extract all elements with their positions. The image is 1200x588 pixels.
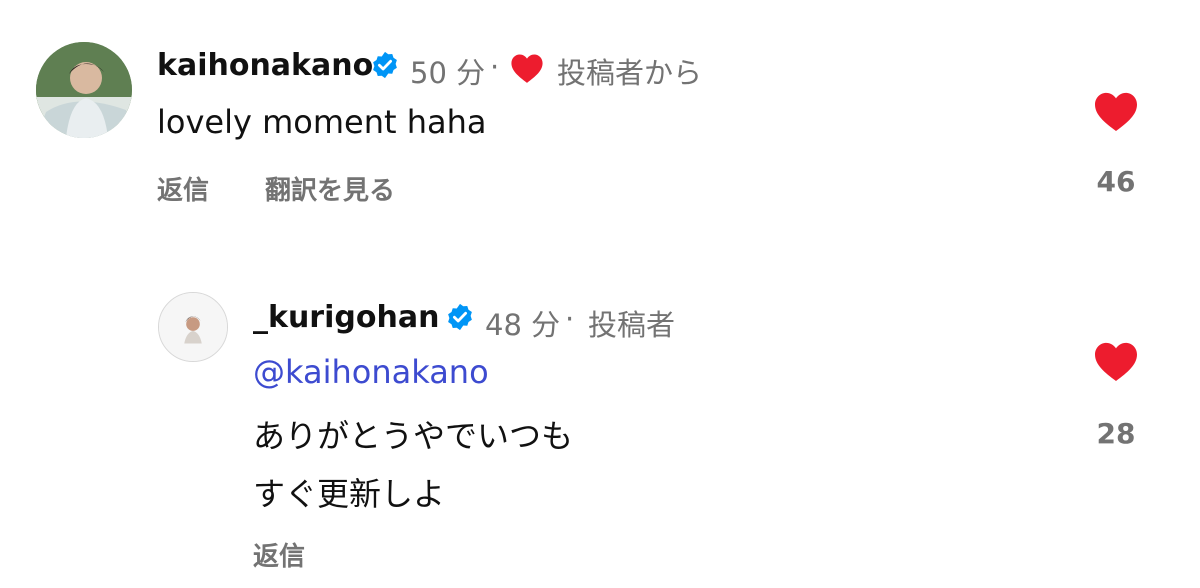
comment-text: lovely moment haha <box>157 103 487 141</box>
comment-timestamp[interactable]: 48 分 <box>485 302 560 344</box>
avatar-photo-icon <box>36 42 132 138</box>
avatar-photo-icon <box>159 293 227 361</box>
avatar[interactable] <box>36 42 132 138</box>
reply-button[interactable]: 返信 <box>253 536 305 573</box>
liked-by-author-heart-icon <box>511 54 543 83</box>
like-heart-icon[interactable] <box>1093 340 1139 382</box>
verified-badge-icon <box>373 51 397 79</box>
meta-separator: · <box>565 302 575 336</box>
comment-text-line: すぐ更新しよ <box>253 475 446 513</box>
comment-username[interactable]: _kurigohan <box>253 300 439 335</box>
like-heart-icon[interactable] <box>1093 90 1139 132</box>
avatar[interactable] <box>158 292 228 362</box>
author-label: 投稿者 <box>588 308 676 342</box>
author-label: 投稿者から <box>557 56 703 90</box>
comment-text-line: ありがとうやでいつも <box>253 417 574 455</box>
meta-separator: · <box>490 50 500 84</box>
comment-username[interactable]: kaihonakano <box>157 48 373 83</box>
mention-link[interactable]: @kaihonakano <box>253 353 489 391</box>
verified-badge-icon <box>448 303 472 331</box>
like-count: 46 <box>1096 165 1136 198</box>
like-count: 28 <box>1096 417 1136 450</box>
see-translation-button[interactable]: 翻訳を見る <box>265 170 395 207</box>
comment-timestamp[interactable]: 50 分 <box>410 50 485 92</box>
reply-button[interactable]: 返信 <box>157 170 209 207</box>
